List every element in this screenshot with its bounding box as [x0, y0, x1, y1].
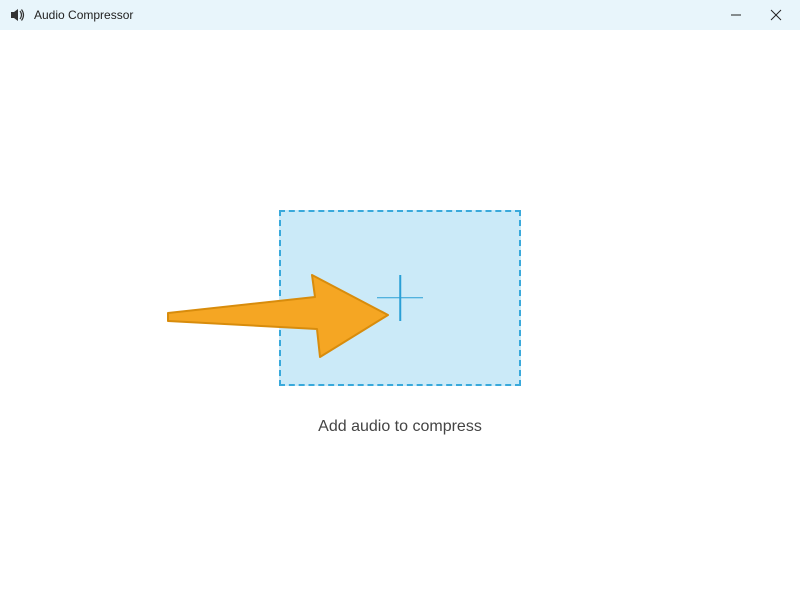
titlebar-left: Audio Compressor: [10, 7, 133, 23]
instruction-text: Add audio to compress: [318, 418, 482, 436]
titlebar: Audio Compressor: [0, 0, 800, 30]
close-button[interactable]: [756, 0, 796, 30]
minimize-button[interactable]: [716, 0, 756, 30]
close-icon: [770, 9, 782, 21]
main-content: Add audio to compress: [0, 30, 800, 605]
minimize-icon: [730, 9, 742, 21]
window-controls: [716, 0, 796, 30]
add-audio-dropzone[interactable]: [279, 210, 521, 386]
plus-icon: [377, 275, 423, 321]
dropzone-wrapper: Add audio to compress: [279, 210, 521, 436]
app-speaker-icon: [10, 7, 26, 23]
app-title: Audio Compressor: [34, 8, 133, 22]
